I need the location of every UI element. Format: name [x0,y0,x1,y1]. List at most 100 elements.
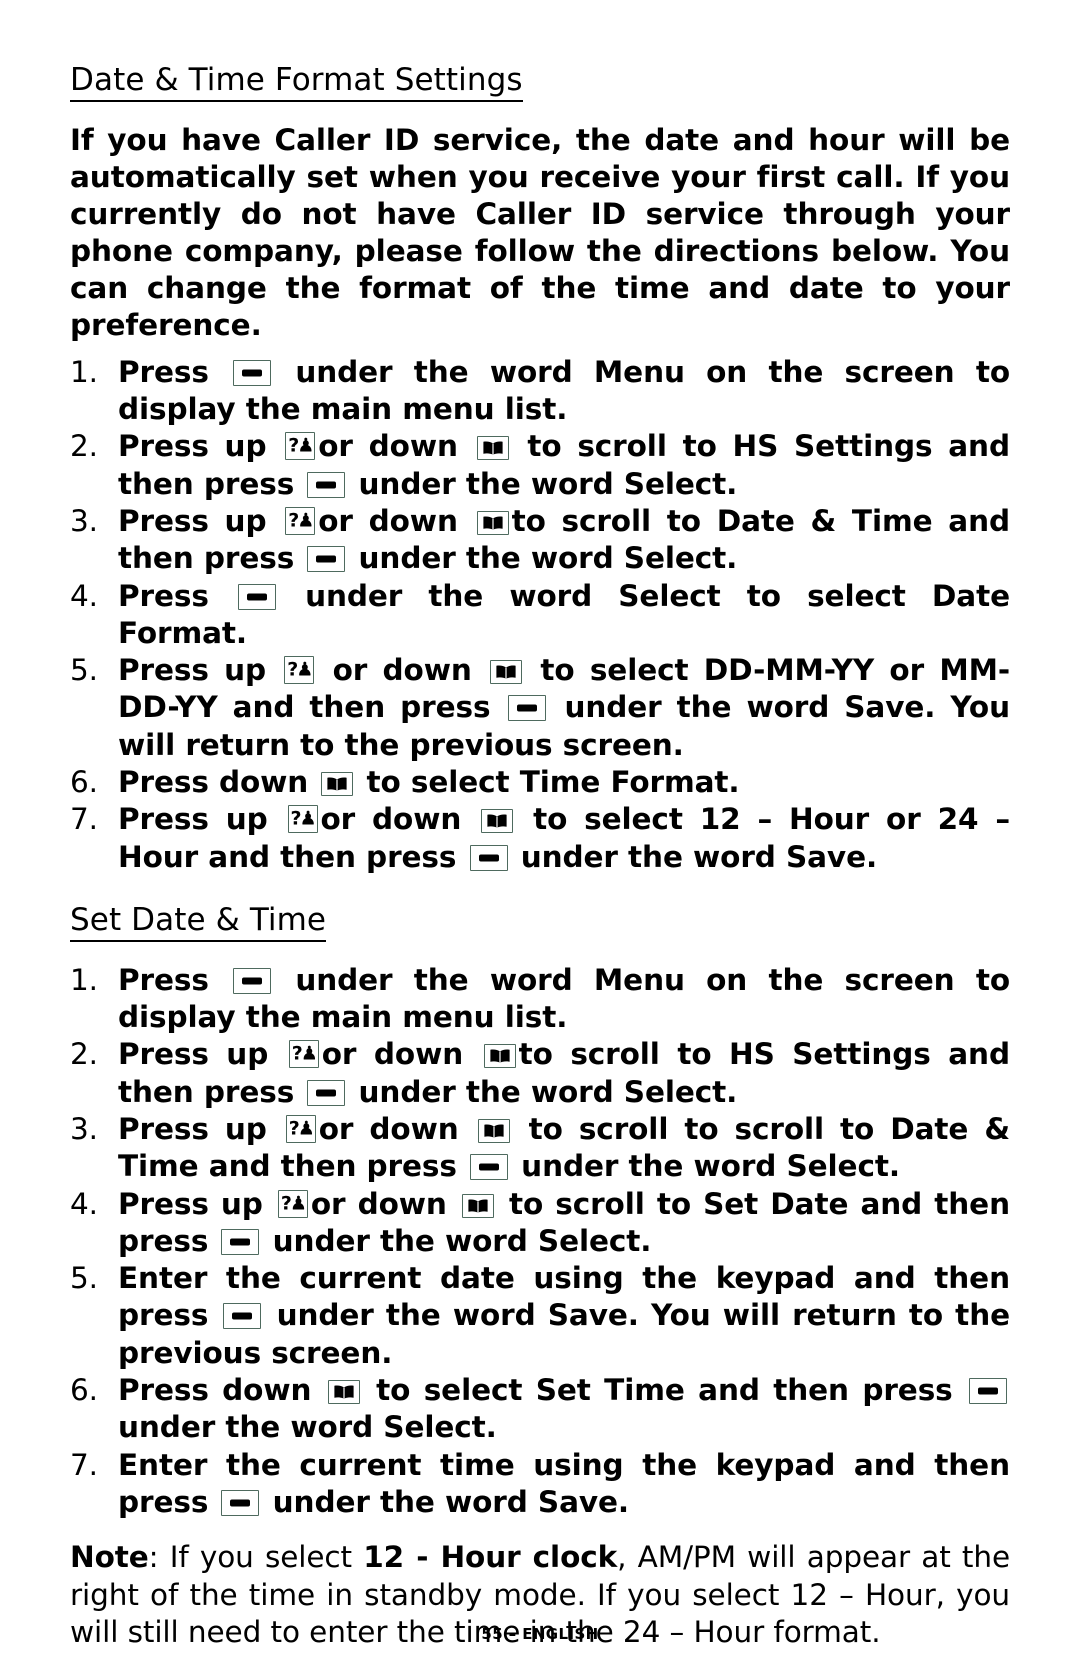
step-item: 3. Press up ?♟ or down to scroll to Date &… [70,503,1010,578]
down-arrow-key-icon [477,1118,510,1143]
emphasis-text: Save [547,1298,628,1333]
down-arrow-key-icon [461,1193,494,1218]
step-text: Press up ?♟ or down to select DD-MM-YY o… [118,652,1010,764]
soft-key-icon [233,967,272,994]
soft-key-icon [508,695,547,722]
emphasis-text: Save [537,1485,618,1519]
emphasis-text: HS Settings [732,429,933,464]
body-text: Press up [118,653,282,688]
body-text: and then press [198,839,467,874]
body-text: or down [321,1037,481,1072]
body-text: under the word [262,1485,538,1519]
step-text: Enter the current time using the keypad … [118,1447,1010,1522]
body-text: under the word [511,1149,787,1184]
body-text: . [235,615,248,650]
soft-key-icon [969,1378,1007,1405]
emphasis-text: Set Date [703,1186,849,1221]
body-text: Press [118,354,231,389]
body-text: and then press [217,690,506,725]
step-text: Enter the current date using the keypad … [118,1260,1010,1372]
body-text: under the word [549,690,845,725]
step-text: Press up ?♟ or down to scroll to scroll t… [118,1111,1010,1186]
body-text: under the word [510,839,786,874]
body-text: Press [118,578,235,613]
emphasis-text: 12 – Hour [699,802,870,837]
body-text: Press up [118,503,283,538]
body-text: : If you select [148,1540,364,1575]
step-item: 4. Press under the word Select to select … [70,578,1010,653]
body-text: . [640,1223,652,1258]
step-number: 5. [70,653,98,688]
step-item: 2. Press up ?♟ or down to scroll to HS Set… [70,1036,1010,1111]
steps-list: 1. Press under the word Menu on the scree… [70,962,1010,1522]
down-arrow-key-icon [321,772,354,797]
up-key-glyph: ?♟ [280,1192,307,1214]
step-item: 6. Press down to select Set Time and then… [70,1372,1010,1447]
up-key-glyph: ?♟ [287,658,313,681]
body-text: to scroll to [511,429,733,464]
body-text: under the word [262,1223,538,1258]
emphasis-text: HS Settings [729,1037,931,1072]
step-text: Press up ?♟ or down to select 12 – Hour o… [118,801,1010,876]
step-item: 1. Press under the word Menu on the scree… [70,962,1010,1037]
up-key-glyph: ?♟ [288,509,314,532]
section-heading: Set Date & Time [70,902,327,942]
body-text: . [726,466,738,501]
soft-key-icon [221,1490,260,1516]
body-text: or [874,653,940,688]
down-arrow-key-icon [327,1380,360,1405]
soft-key-icon [307,1079,346,1106]
body-text: Press up [118,802,285,837]
body-text: Press up [118,1186,275,1221]
soft-key-icon [307,546,346,573]
emphasis-text: Select [786,1149,889,1184]
step-number: 7. [70,1447,98,1482]
step-number: 6. [70,765,98,800]
body-text: under the word [274,962,594,997]
body-text: or down [320,802,479,837]
page-content: Date & Time Format Settings If you have C… [70,62,1010,1651]
body-text: or down [310,1186,459,1221]
body-text: to scroll to [496,1186,704,1221]
soft-key-icon [233,359,272,386]
step-number: 7. [70,802,98,837]
soft-key-icon [469,844,508,871]
step-item: 2. Press up ?♟ or down to scroll to HS Set… [70,428,1010,503]
up-arrow-key-icon: ?♟ [277,1189,308,1218]
body-text: Press down [118,765,319,800]
body-text: under the word [118,1410,384,1445]
soft-key-icon [223,1303,262,1330]
emphasis-text: DD-MM-YY [703,653,875,688]
step-text: Press up ?♟ or down to scroll to Set Date… [118,1186,1010,1261]
step-text: Press up ?♟ or down to scroll to Date & T… [118,503,1010,578]
emphasis-text: Save [785,839,866,874]
emphasis-text: Select [623,541,727,576]
step-item: 5. Enter the current date using the keypa… [70,1260,1010,1372]
down-arrow-key-icon [476,510,509,535]
down-arrow-key-icon [483,1044,516,1069]
body-text: under the word [348,541,624,576]
body-text: to select [525,653,704,688]
step-number: 2. [70,1037,98,1072]
emphasis-text: Set Time [535,1373,685,1408]
step-text: Press up ?♟ or down to scroll to HS Setti… [118,428,1010,503]
body-text: to select [356,765,520,800]
step-item: 7. Press up ?♟ or down to select 12 – Hour… [70,801,1010,876]
down-arrow-key-icon [481,809,514,834]
step-number: 4. [70,1186,98,1221]
up-key-glyph: ?♟ [288,434,314,457]
body-text: . [865,839,878,874]
body-text: Press up [118,1111,283,1146]
step-number: 1. [70,354,98,389]
body-text: Press up [118,1037,286,1072]
step-number: 2. [70,429,98,464]
emphasis-text: Save [844,690,925,725]
section-heading-wrap: Date & Time Format Settings [70,62,1010,116]
step-number: 3. [70,1111,98,1146]
up-arrow-key-icon: ?♟ [288,1040,319,1069]
emphasis-text: Select [623,466,727,501]
up-arrow-key-icon: ?♟ [285,432,316,461]
body-text: to select [720,578,932,613]
body-text: or [869,802,938,837]
step-item: 6. Press down to select Time Format. [70,764,1010,801]
